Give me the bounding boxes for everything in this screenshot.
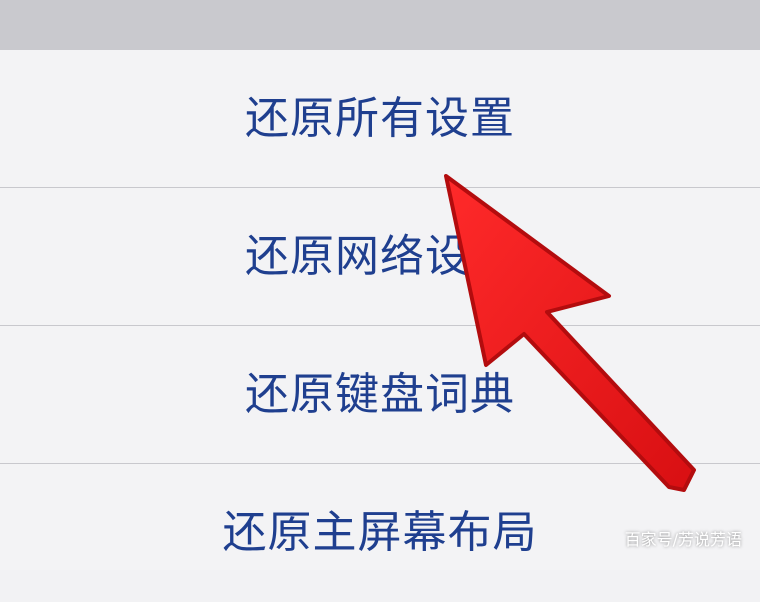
watermark-text: 百家号/芳说芳语 [624, 530, 742, 549]
reset-keyboard-dictionary-label: 还原键盘词典 [245, 369, 515, 420]
reset-keyboard-dictionary-item[interactable]: 还原键盘词典 [0, 326, 760, 464]
reset-all-settings-item[interactable]: 还原所有设置 [0, 50, 760, 188]
reset-home-screen-layout-label: 还原主屏幕布局 [222, 507, 538, 558]
header-band [0, 0, 760, 50]
reset-all-settings-label: 还原所有设置 [245, 93, 515, 144]
settings-list: 还原所有设置 还原网络设置 还原键盘词典 还原主屏幕布局 [0, 50, 760, 570]
reset-network-settings-label: 还原网络设置 [245, 231, 515, 282]
reset-network-settings-item[interactable]: 还原网络设置 [0, 188, 760, 326]
